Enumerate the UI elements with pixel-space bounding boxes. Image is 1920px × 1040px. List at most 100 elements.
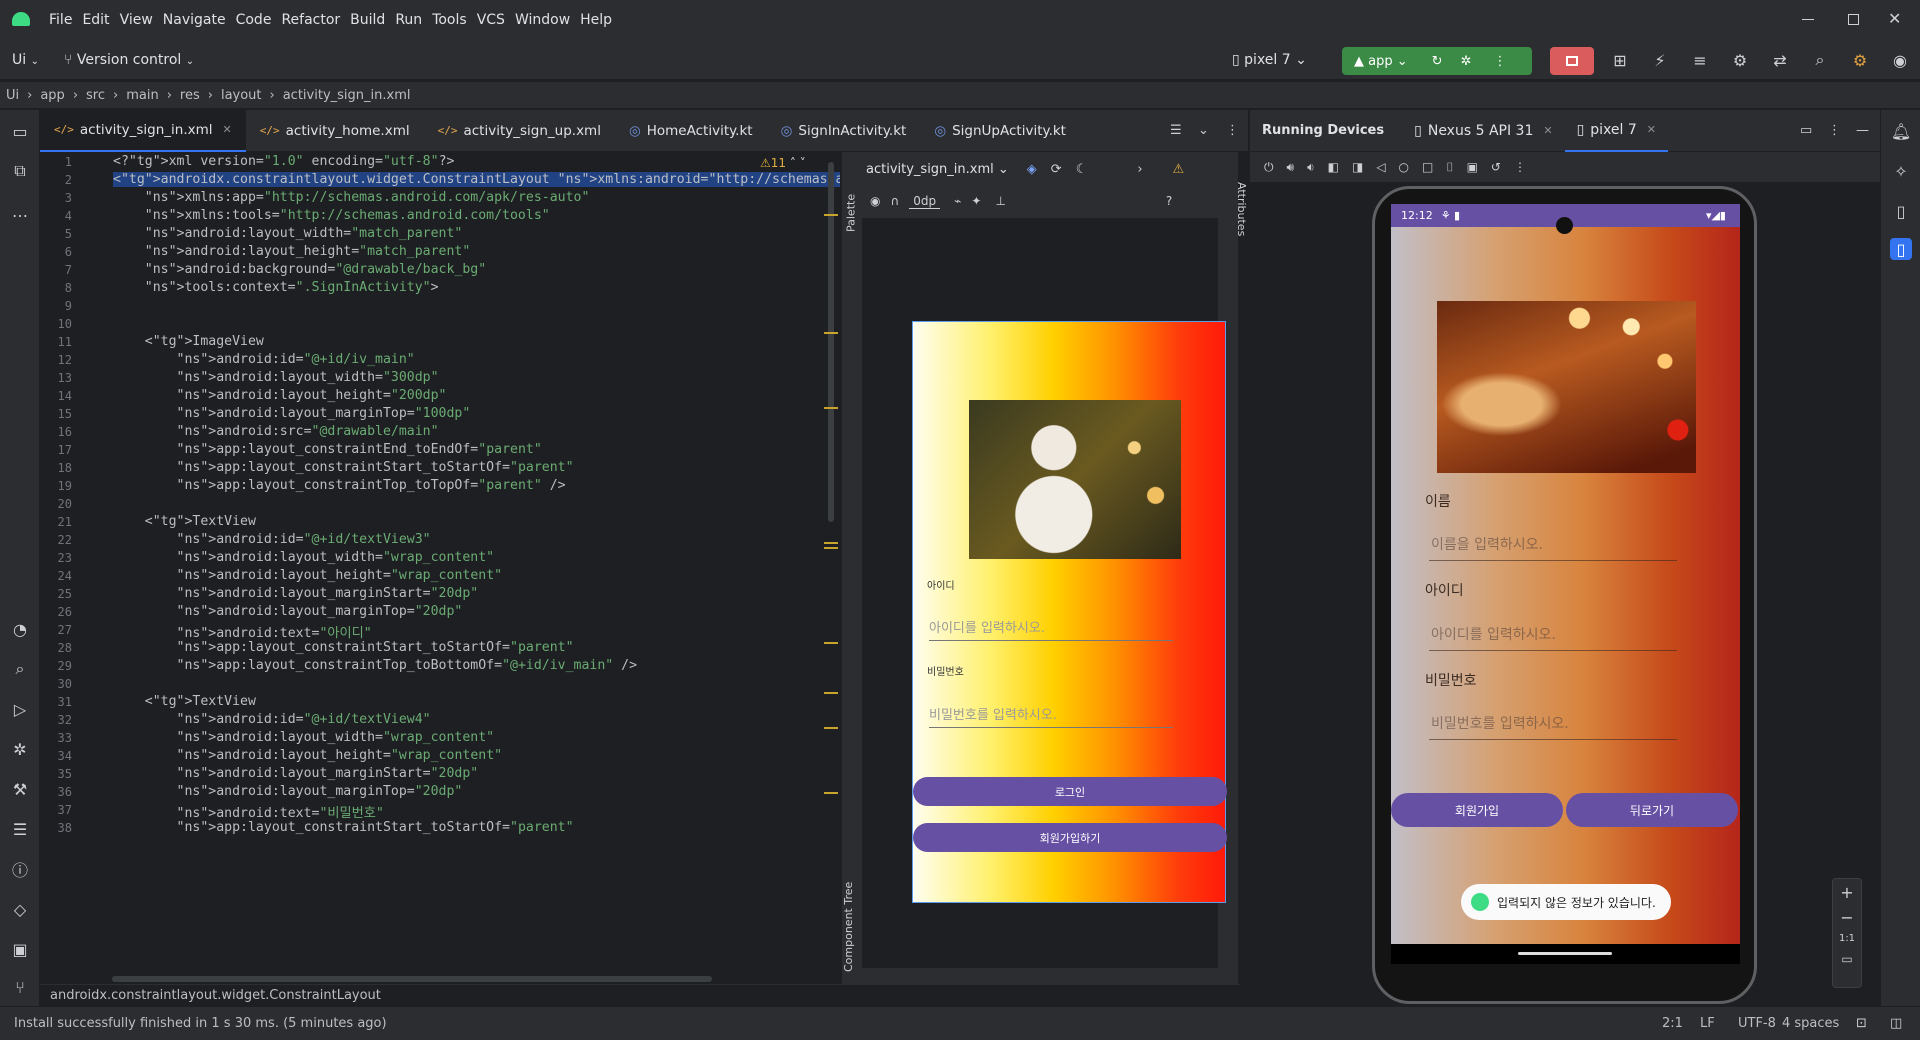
zoom-out-icon[interactable]: − bbox=[1840, 908, 1853, 927]
reset-icon[interactable]: ↺ bbox=[1491, 160, 1501, 174]
warning-icon[interactable]: ⚠ bbox=[1173, 162, 1185, 177]
close-icon[interactable]: ✕ bbox=[1647, 123, 1656, 136]
preview-id-input[interactable]: 아이디를 입력하시오. bbox=[929, 617, 1173, 641]
rotate-left-icon[interactable]: ◧ bbox=[1328, 160, 1339, 174]
crumb-project[interactable]: Ui bbox=[6, 88, 19, 103]
id-input[interactable]: 아이디를 입력하시오. bbox=[1429, 617, 1677, 651]
tab-activity-home[interactable]: </> activity_home.xml bbox=[246, 110, 424, 152]
close-window-icon[interactable]: ✕ bbox=[1888, 9, 1901, 28]
component-path[interactable]: androidx.constraintlayout.widget.Constra… bbox=[50, 988, 381, 1003]
maximize-icon[interactable]: ▭ bbox=[1800, 123, 1812, 138]
code-line[interactable]: "ns">app:layout_constraintTop_toBottomOf… bbox=[113, 658, 638, 673]
warning-marker[interactable] bbox=[824, 542, 838, 544]
menu-tools[interactable]: Tools bbox=[427, 12, 472, 28]
profiler-icon[interactable]: ⚙ bbox=[1729, 49, 1751, 71]
run-config-selector[interactable]: ▲ app ⌄ bbox=[1354, 54, 1408, 69]
vcs-selector[interactable]: ⑂ Version control ⌄ bbox=[64, 52, 194, 68]
code-line[interactable]: "ns">android:layout_marginStart="20dp" bbox=[113, 766, 479, 781]
tab-home-activity[interactable]: ◎ HomeActivity.kt bbox=[615, 110, 767, 152]
sync-icon[interactable]: ≡ bbox=[1689, 49, 1711, 71]
more-run-icon[interactable]: ⋮ bbox=[1493, 54, 1506, 69]
eye-icon[interactable]: ◉ bbox=[870, 194, 880, 208]
code-editor[interactable]: 1 2 3 4 5 6 7 8 9 10 11 12 13 14 15 16 17 18 19 20 21 22 23 24 2… bbox=[40, 152, 840, 984]
line-separator[interactable]: LF bbox=[1700, 1016, 1715, 1031]
code-line[interactable]: "ns">android:background="@drawable/back_… bbox=[113, 262, 486, 277]
notifications-icon[interactable]: 🔔︎ bbox=[1890, 120, 1912, 142]
indent-setting[interactable]: 4 spaces bbox=[1782, 1016, 1839, 1031]
gem-icon[interactable]: ◇ bbox=[9, 898, 31, 920]
warning-marker[interactable] bbox=[824, 547, 838, 549]
code-line[interactable]: "ns">android:layout_marginStart="20dp" bbox=[113, 586, 479, 601]
preview-signup-button[interactable]: 회원가입하기 bbox=[913, 823, 1227, 852]
inspection-widget[interactable]: ⚠11 ˄ ˅ bbox=[760, 156, 806, 170]
code-line[interactable]: "ns">android:layout_width="match_parent" bbox=[113, 226, 463, 241]
close-icon[interactable]: ✕ bbox=[223, 123, 232, 136]
chevron-right-icon[interactable]: › bbox=[1137, 162, 1142, 177]
menu-code[interactable]: Code bbox=[231, 12, 277, 28]
app-quality-icon[interactable]: ◔ bbox=[9, 618, 31, 640]
lock-icon[interactable]: ⊡ bbox=[1856, 1016, 1867, 1031]
device-screen[interactable]: 12:12 ⚘ ▮ ▾◢▮ 이름 이름을 입력하시오. 아이디 아이디를 입력하… bbox=[1391, 204, 1740, 964]
record-icon[interactable]: ▣ bbox=[1467, 160, 1478, 174]
code-line[interactable]: "ns">tools:context=".SignInActivity"> bbox=[113, 280, 439, 295]
device-manager-icon[interactable]: ⊞ bbox=[1609, 49, 1631, 71]
warning-marker[interactable] bbox=[824, 727, 838, 729]
zoom-in-icon[interactable]: + bbox=[1840, 883, 1853, 902]
code-line[interactable]: "ns">app:layout_constraintStart_toStartO… bbox=[113, 820, 574, 835]
warning-marker[interactable] bbox=[824, 642, 838, 644]
layout-preview[interactable]: 아이디 아이디를 입력하시오. 비밀번호 비밀번호를 입력하시오. 로그인 회원… bbox=[912, 321, 1227, 903]
debug-icon[interactable]: ✲ bbox=[1461, 54, 1472, 69]
code-line[interactable]: "ns">android:layout_width="wrap_content" bbox=[113, 550, 495, 565]
clear-constraints-icon[interactable]: ⌁ bbox=[954, 194, 961, 208]
crumb-main[interactable]: main bbox=[126, 88, 158, 103]
tab-nexus-5[interactable]: ▯ Nexus 5 API 31 ✕ bbox=[1402, 110, 1564, 152]
volume-down-icon[interactable]: 🔉︎ bbox=[1307, 160, 1315, 175]
menu-help[interactable]: Help bbox=[575, 12, 617, 28]
preview-pw-input[interactable]: 비밀번호를 입력하시오. bbox=[929, 704, 1173, 728]
preview-login-button[interactable]: 로그인 bbox=[913, 777, 1227, 806]
name-input[interactable]: 이름을 입력하시오. bbox=[1429, 527, 1677, 561]
code-line[interactable]: "ns">android:id="@+id/textView4" bbox=[113, 712, 431, 727]
power-icon[interactable]: ⏻ bbox=[1264, 160, 1274, 175]
stop-button[interactable] bbox=[1550, 47, 1594, 75]
settings-gear-icon[interactable]: ⚙ bbox=[1849, 49, 1871, 71]
code-line[interactable]: "ns">android:layout_marginTop="100dp" bbox=[113, 406, 471, 421]
menu-navigate[interactable]: Navigate bbox=[158, 12, 231, 28]
find-icon[interactable]: ⌕ bbox=[9, 658, 31, 680]
code-line[interactable]: "ns">android:src="@drawable/main" bbox=[113, 424, 439, 439]
minimize-icon[interactable] bbox=[1802, 19, 1814, 20]
code-line[interactable]: "ns">android:layout_width="300dp" bbox=[113, 370, 439, 385]
menu-vcs[interactable]: VCS bbox=[472, 12, 510, 28]
git-icon[interactable]: ⑂ bbox=[9, 976, 31, 998]
code-line[interactable]: "ns">android:layout_height="200dp" bbox=[113, 388, 447, 403]
night-mode-icon[interactable]: ☾ bbox=[1076, 162, 1088, 177]
gradle-sync-icon[interactable]: ⇄ bbox=[1769, 49, 1791, 71]
account-icon[interactable]: ◉ bbox=[1889, 49, 1911, 71]
gemini-icon[interactable]: ✧ bbox=[1890, 160, 1912, 182]
crumb-file[interactable]: activity_sign_in.xml bbox=[283, 88, 411, 103]
vertical-scrollbar[interactable] bbox=[828, 162, 834, 522]
back-icon[interactable]: ◁ bbox=[1376, 160, 1385, 174]
running-devices-icon[interactable]: ▯ bbox=[1890, 238, 1912, 260]
problems-icon[interactable]: ⓘ bbox=[9, 858, 31, 880]
file-dropdown[interactable]: activity_sign_in.xml ⌄ bbox=[866, 162, 1009, 177]
crumb-src[interactable]: src bbox=[86, 88, 105, 103]
zoom-reset[interactable]: 1:1 bbox=[1839, 933, 1855, 944]
menu-edit[interactable]: Edit bbox=[77, 12, 114, 28]
help-icon[interactable]: ? bbox=[1166, 194, 1172, 208]
tab-activity-sign-up[interactable]: </> activity_sign_up.xml bbox=[424, 110, 615, 152]
code-line[interactable]: "ns">app:layout_constraintTop_toTopOf="p… bbox=[113, 478, 566, 493]
code-line[interactable]: "ns">android:layout_marginTop="20dp" bbox=[113, 784, 463, 799]
rotate-right-icon[interactable]: ◨ bbox=[1352, 160, 1363, 174]
crumb-layout[interactable]: layout bbox=[221, 88, 262, 103]
project-folder-icon[interactable]: ▭ bbox=[9, 120, 31, 142]
code-line[interactable]: "ns">android:layout_marginTop="20dp" bbox=[113, 604, 463, 619]
menu-view[interactable]: View bbox=[115, 12, 158, 28]
back-button[interactable]: 뒤로가기 bbox=[1566, 793, 1738, 827]
align-icon[interactable]: ⊥ bbox=[995, 194, 1005, 208]
code-line[interactable]: "ns">android:id="@+id/iv_main" bbox=[113, 352, 415, 367]
terminal-icon[interactable]: ▣ bbox=[9, 938, 31, 960]
warning-marker[interactable] bbox=[824, 792, 838, 794]
search-icon[interactable]: ⌕ bbox=[1809, 49, 1831, 71]
menu-build[interactable]: Build bbox=[345, 12, 390, 28]
